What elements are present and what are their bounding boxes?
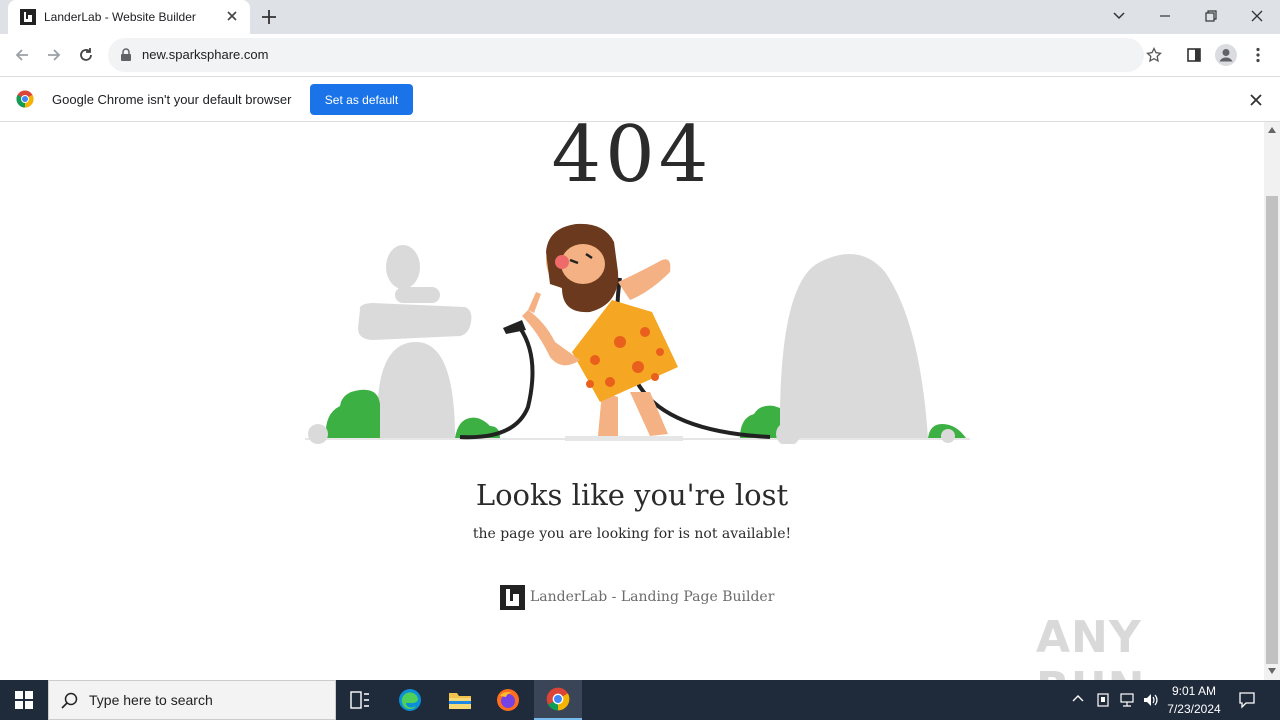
close-window-button[interactable]: [1234, 0, 1280, 32]
tray-device-icon[interactable]: [1096, 692, 1110, 708]
chrome-logo-icon: [16, 90, 34, 108]
chrome-icon: [546, 687, 570, 711]
reload-icon: [80, 48, 92, 61]
caveman-illustration: [305, 223, 970, 444]
close-infobar-icon[interactable]: [1250, 94, 1262, 106]
anyrun-watermark: ANY RUN: [1036, 612, 1144, 680]
scroll-down-icon[interactable]: [1268, 668, 1276, 674]
taskbar-search-box[interactable]: Type here to search: [48, 680, 336, 720]
star-icon: [1146, 47, 1162, 63]
error-code: 404: [551, 122, 713, 200]
file-explorer-icon: [449, 693, 471, 709]
infobar-message: Google Chrome isn't your default browser: [52, 92, 292, 107]
scroll-up-icon[interactable]: [1268, 127, 1276, 133]
menu-button[interactable]: [1246, 43, 1270, 67]
edge-icon: [399, 689, 421, 711]
start-button[interactable]: [0, 680, 48, 720]
lock-icon: [121, 48, 131, 61]
clock-time: 9:01 AM: [1171, 684, 1217, 698]
set-default-button[interactable]: Set as default: [310, 84, 413, 115]
default-browser-infobar: Google Chrome isn't your default browser…: [0, 76, 1280, 122]
bookmark-button[interactable]: [1142, 43, 1166, 67]
address-bar[interactable]: new.sparksphare.com: [108, 38, 1144, 72]
back-icon: [15, 49, 28, 61]
volume-icon[interactable]: [1142, 692, 1160, 708]
close-tab-icon[interactable]: [224, 8, 240, 24]
reload-button[interactable]: [74, 43, 98, 67]
network-icon[interactable]: [1118, 692, 1136, 708]
search-icon: [61, 692, 78, 709]
clock-date: 7/23/2024: [1167, 702, 1221, 716]
minimize-button[interactable]: [1142, 0, 1188, 32]
chevron-down-icon: [1113, 12, 1125, 20]
tab-title: LanderLab - Website Builder: [44, 10, 196, 24]
page-scrollbar[interactable]: [1264, 122, 1280, 680]
windows-logo-icon: [15, 691, 33, 709]
menu-icon: [1256, 47, 1260, 63]
tab-search-button[interactable]: [1096, 0, 1142, 32]
side-panel-icon: [1187, 48, 1201, 62]
taskbar-clock[interactable]: 9:01 AM 7/23/2024: [1160, 682, 1228, 718]
search-placeholder: Type here to search: [89, 692, 213, 708]
tab-landerlab[interactable]: LanderLab - Website Builder: [8, 0, 250, 34]
firefox-button[interactable]: [484, 680, 532, 720]
side-panel-button[interactable]: [1182, 43, 1206, 67]
file-explorer-button[interactable]: [436, 680, 484, 720]
chrome-taskbar-button[interactable]: [534, 680, 582, 720]
page-content: 404 Looks like you're lost the page you …: [0, 122, 1264, 680]
edge-button[interactable]: [386, 680, 434, 720]
headline: Looks like you're lost: [475, 478, 789, 512]
close-icon: [1251, 10, 1263, 22]
landerlab-logo-icon: [500, 585, 525, 610]
tray-chevron-up-icon[interactable]: [1072, 694, 1084, 702]
task-view-button[interactable]: [336, 680, 384, 720]
profile-button[interactable]: [1214, 43, 1238, 67]
task-view-icon: [350, 691, 369, 709]
landerlab-favicon-icon: [20, 9, 36, 25]
scroll-thumb[interactable]: [1266, 196, 1278, 664]
firefox-icon: [497, 689, 519, 711]
restore-button[interactable]: [1188, 0, 1234, 32]
subline: the page you are looking for is not avai…: [472, 526, 792, 542]
restore-icon: [1205, 10, 1217, 22]
back-button[interactable]: [10, 43, 34, 67]
notification-icon[interactable]: [1238, 691, 1256, 709]
url-text: new.sparksphare.com: [142, 47, 269, 62]
forward-button[interactable]: [42, 43, 66, 67]
forward-icon: [48, 49, 61, 61]
windows-taskbar: Type here to search 9:01 AM 7/23/2024: [0, 680, 1280, 720]
profile-icon: [1215, 44, 1237, 66]
brand-text: LanderLab - Landing Page Builder: [530, 589, 775, 605]
tab-strip: LanderLab - Website Builder: [0, 0, 1280, 34]
new-tab-icon[interactable]: [260, 8, 278, 26]
minimize-icon: [1160, 15, 1170, 17]
